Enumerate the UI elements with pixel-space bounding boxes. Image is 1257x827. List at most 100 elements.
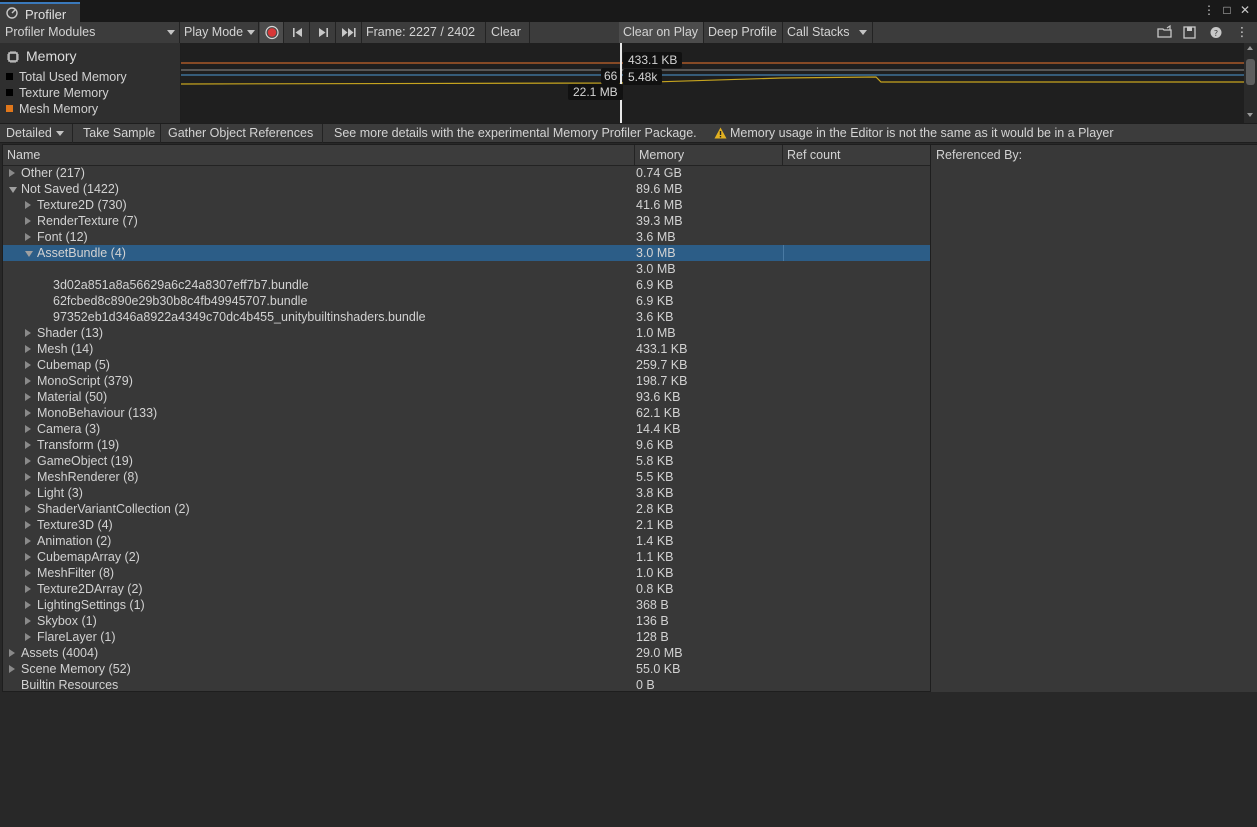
collapsed-arrow-icon[interactable] <box>25 361 31 369</box>
collapsed-arrow-icon[interactable] <box>25 601 31 609</box>
table-row[interactable]: MonoScript (379) 198.7 KB <box>3 373 930 389</box>
row-name: Other (217) <box>21 166 85 180</box>
record-button[interactable] <box>260 22 284 43</box>
collapsed-arrow-icon[interactable] <box>9 665 15 673</box>
memory-tree-view[interactable]: Name Memory Ref count Other (217) 0.74 GB… <box>2 144 931 692</box>
collapsed-arrow-icon[interactable] <box>25 377 31 385</box>
collapsed-arrow-icon[interactable] <box>25 457 31 465</box>
table-row[interactable]: Camera (3) 14.4 KB <box>3 421 930 437</box>
column-header-ref-count[interactable]: Ref count <box>783 145 930 165</box>
table-row[interactable]: 3.0 MB <box>3 261 930 277</box>
table-row[interactable]: RenderTexture (7) 39.3 MB <box>3 213 930 229</box>
table-row[interactable]: 3d02a851a8a56629a6c24a8307eff7b7.bundle 6… <box>3 277 930 293</box>
memory-profiler-package-message: See more details with the experimental M… <box>334 126 697 140</box>
memory-module-panel[interactable]: Memory Total Used Memory Texture Memory … <box>0 43 181 123</box>
collapsed-arrow-icon[interactable] <box>25 617 31 625</box>
table-row[interactable]: Builtin Resources 0 B <box>3 677 930 691</box>
clear-on-play-toggle[interactable]: Clear on Play <box>619 22 704 43</box>
first-frame-button[interactable] <box>285 22 310 43</box>
call-stacks-dropdown[interactable]: Call Stacks <box>783 22 873 43</box>
more-menu-icon[interactable]: ⋮ <box>1203 3 1215 17</box>
collapsed-arrow-icon[interactable] <box>25 201 31 209</box>
referenced-by-panel: Referenced By: <box>931 144 1257 692</box>
deep-profile-toggle[interactable]: Deep Profile <box>704 22 783 43</box>
gather-object-references-toggle[interactable]: Gather Object References <box>162 124 323 143</box>
column-header-memory[interactable]: Memory <box>635 145 783 165</box>
table-row[interactable]: Shader (13) 1.0 MB <box>3 325 930 341</box>
expanded-arrow-icon[interactable] <box>9 187 17 193</box>
table-row[interactable]: MonoBehaviour (133) 62.1 KB <box>3 405 930 421</box>
legend-total-used-memory[interactable]: Total Used Memory <box>6 70 127 84</box>
scroll-up-icon[interactable] <box>1247 46 1253 50</box>
table-row[interactable]: Cubemap (5) 259.7 KB <box>3 357 930 373</box>
collapsed-arrow-icon[interactable] <box>9 649 15 657</box>
table-row[interactable]: 97352eb1d346a8922a4349c70dc4b455_unitybu… <box>3 309 930 325</box>
legend-mesh-memory[interactable]: Mesh Memory <box>6 102 98 116</box>
scrollbar-thumb[interactable] <box>1246 59 1255 85</box>
collapsed-arrow-icon[interactable] <box>25 585 31 593</box>
collapsed-arrow-icon[interactable] <box>25 633 31 641</box>
collapsed-arrow-icon[interactable] <box>25 393 31 401</box>
memory-graph[interactable]: 433.1 KB 66 5.48k 22.1 MB <box>181 43 1244 123</box>
expanded-arrow-icon[interactable] <box>25 251 33 257</box>
table-row[interactable]: Other (217) 0.74 GB <box>3 165 930 181</box>
collapsed-arrow-icon[interactable] <box>25 505 31 513</box>
table-row[interactable]: Texture2DArray (2) 0.8 KB <box>3 581 930 597</box>
collapsed-arrow-icon[interactable] <box>25 441 31 449</box>
table-row[interactable]: Scene Memory (52) 55.0 KB <box>3 661 930 677</box>
table-row[interactable]: Skybox (1) 136 B <box>3 613 930 629</box>
collapsed-arrow-icon[interactable] <box>25 569 31 577</box>
table-row[interactable]: LightingSettings (1) 368 B <box>3 597 930 613</box>
collapsed-arrow-icon[interactable] <box>25 345 31 353</box>
scroll-down-icon[interactable] <box>1247 113 1253 117</box>
collapsed-arrow-icon[interactable] <box>25 425 31 433</box>
take-sample-button[interactable]: Take Sample <box>78 124 161 143</box>
table-row[interactable]: ShaderVariantCollection (2) 2.8 KB <box>3 501 930 517</box>
module-scrollbar[interactable] <box>1244 43 1257 123</box>
column-header-name[interactable]: Name <box>3 145 635 165</box>
help-button[interactable]: ? <box>1205 22 1227 43</box>
row-name: MeshFilter (8) <box>37 566 115 580</box>
collapsed-arrow-icon[interactable] <box>25 217 31 225</box>
table-row[interactable]: MeshFilter (8) 1.0 KB <box>3 565 930 581</box>
legend-texture-memory[interactable]: Texture Memory <box>6 86 109 100</box>
view-mode-dropdown[interactable]: Detailed <box>0 124 73 143</box>
profiler-tab[interactable]: Profiler <box>0 2 80 22</box>
table-row[interactable]: CubemapArray (2) 1.1 KB <box>3 549 930 565</box>
collapsed-arrow-icon[interactable] <box>25 409 31 417</box>
column-divider <box>783 245 784 261</box>
table-row[interactable]: Assets (4004) 29.0 MB <box>3 645 930 661</box>
play-mode-dropdown[interactable]: Play Mode <box>181 22 259 43</box>
maximize-icon[interactable]: □ <box>1221 3 1233 17</box>
collapsed-arrow-icon[interactable] <box>25 521 31 529</box>
collapsed-arrow-icon[interactable] <box>25 329 31 337</box>
table-row[interactable]: Texture3D (4) 2.1 KB <box>3 517 930 533</box>
table-row[interactable]: FlareLayer (1) 128 B <box>3 629 930 645</box>
collapsed-arrow-icon[interactable] <box>25 553 31 561</box>
table-row[interactable]: Texture2D (730) 41.6 MB <box>3 197 930 213</box>
collapsed-arrow-icon[interactable] <box>9 169 15 177</box>
collapsed-arrow-icon[interactable] <box>25 537 31 545</box>
table-row[interactable]: MeshRenderer (8) 5.5 KB <box>3 469 930 485</box>
close-icon[interactable]: ✕ <box>1239 3 1251 17</box>
table-row[interactable]: 62fcbed8c890e29b30b8c4fb49945707.bundle 6… <box>3 293 930 309</box>
table-row[interactable]: Font (12) 3.6 MB <box>3 229 930 245</box>
table-row[interactable]: Material (50) 93.6 KB <box>3 389 930 405</box>
next-frame-button[interactable] <box>311 22 336 43</box>
table-row[interactable]: Transform (19) 9.6 KB <box>3 437 930 453</box>
collapsed-arrow-icon[interactable] <box>25 473 31 481</box>
table-row[interactable]: AssetBundle (4) 3.0 MB <box>3 245 930 261</box>
more-options-icon[interactable]: ⋮ <box>1233 22 1251 43</box>
table-row[interactable]: Animation (2) 1.4 KB <box>3 533 930 549</box>
collapsed-arrow-icon[interactable] <box>25 489 31 497</box>
table-row[interactable]: Not Saved (1422) 89.6 MB <box>3 181 930 197</box>
clear-button[interactable]: Clear <box>487 22 530 43</box>
collapsed-arrow-icon[interactable] <box>25 233 31 241</box>
save-button[interactable] <box>1179 22 1201 43</box>
profiler-modules-dropdown[interactable]: Profiler Modules <box>0 22 180 43</box>
table-row[interactable]: GameObject (19) 5.8 KB <box>3 453 930 469</box>
table-row[interactable]: Light (3) 3.8 KB <box>3 485 930 501</box>
table-row[interactable]: Mesh (14) 433.1 KB <box>3 341 930 357</box>
load-button[interactable] <box>1154 22 1176 43</box>
last-frame-button[interactable] <box>337 22 362 43</box>
